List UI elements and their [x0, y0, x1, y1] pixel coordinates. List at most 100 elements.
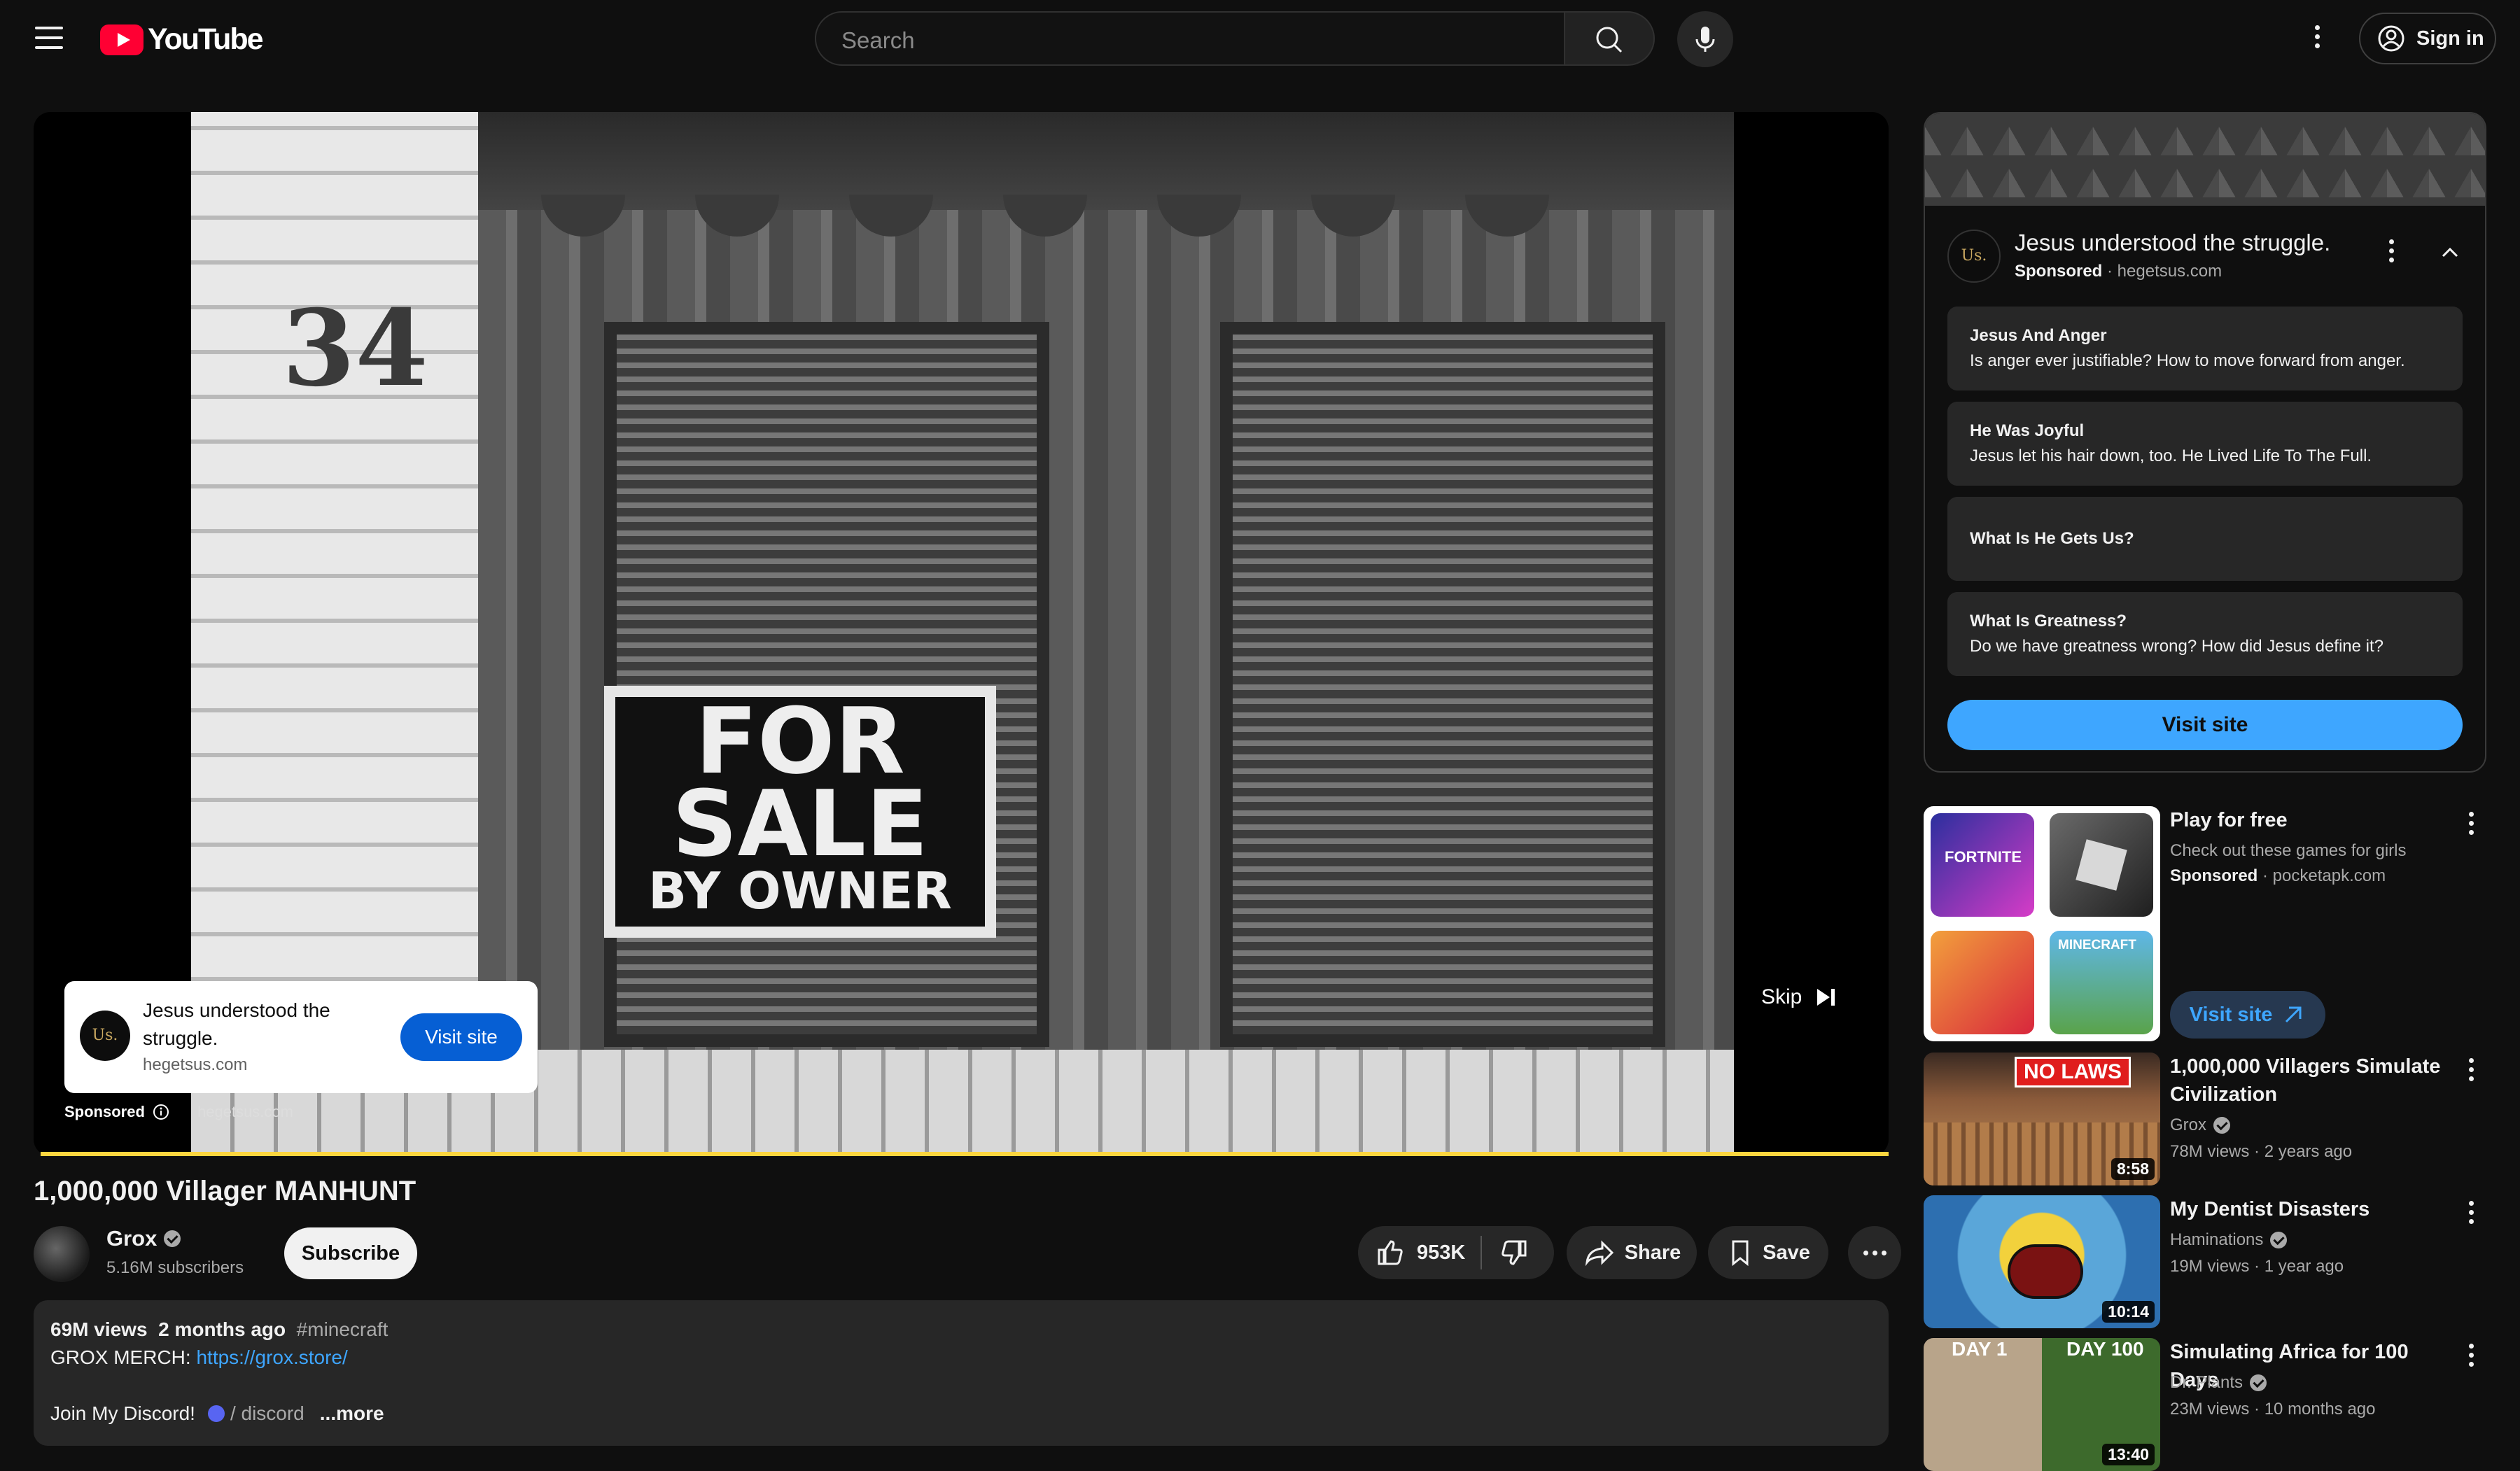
related-channel[interactable]: Dr. Plants — [2170, 1373, 2267, 1393]
sponsored-text: Sponsored — [2170, 866, 2258, 885]
discord-prefix: Join My Discord! — [50, 1402, 195, 1424]
video-thumbnail[interactable]: 10:14 — [1924, 1195, 2160, 1328]
related-meta: 19M views · 1 year ago — [2170, 1257, 2344, 1276]
bookmark-icon — [1732, 1240, 1749, 1267]
ad-options-kebab-icon[interactable] — [2384, 239, 2398, 267]
menu-icon[interactable] — [35, 27, 63, 49]
promo-visit-site-button[interactable]: Visit site — [2170, 991, 2325, 1039]
promo-visit-label: Visit site — [2189, 1003, 2273, 1026]
video-title: 1,000,000 Villager MANHUNT — [34, 1176, 416, 1206]
video-thumbnail[interactable]: DAY 1 DAY 100 13:40 — [1924, 1338, 2160, 1471]
settings-kebab-icon[interactable] — [2310, 25, 2324, 53]
minecraft-tile: MINECRAFT — [2050, 931, 2153, 1034]
channel-name[interactable]: Grox — [106, 1226, 181, 1251]
ad-sitelink[interactable]: What Is He Gets Us? — [1947, 497, 2463, 581]
promo-kebab-icon[interactable] — [2464, 812, 2478, 839]
related-kebab-icon[interactable] — [2464, 1201, 2478, 1228]
like-divider — [1480, 1236, 1483, 1269]
share-icon — [1585, 1240, 1614, 1267]
search-box[interactable] — [815, 11, 1565, 66]
sidebar-ad-meta: Sponsored · hegetsus.com — [2015, 262, 2222, 281]
video-duration: 13:40 — [2102, 1444, 2155, 1465]
game-tile — [1931, 931, 2034, 1034]
video-duration: 8:58 — [2110, 1158, 2155, 1180]
player-ad-card[interactable]: Us. Jesus understood the struggle. heget… — [64, 981, 538, 1093]
thumbs-up-icon[interactable] — [1373, 1236, 1407, 1269]
ad-card-domain: hegetsus.com — [143, 1055, 248, 1074]
sitelink-subtitle: Jesus let his hair down, too. He Lived L… — [1970, 446, 2372, 465]
sponsored-domain[interactable]: hegetsus.com — [197, 1103, 293, 1121]
info-icon[interactable] — [152, 1103, 170, 1121]
thumbnail-badge: NO LAWS — [2015, 1057, 2131, 1088]
ad-sitelink[interactable]: What Is Greatness? Do we have greatness … — [1947, 592, 2463, 676]
ad-progress-bar[interactable] — [41, 1152, 1889, 1156]
related-meta: 78M views · 2 years ago — [2170, 1142, 2353, 1161]
tile-label: MINECRAFT — [2058, 938, 2136, 952]
chevron-up-icon[interactable] — [2437, 239, 2463, 265]
thumbnail-badge-left: DAY 1 — [1952, 1338, 2008, 1360]
merch-link[interactable]: https://grox.store/ — [196, 1346, 347, 1368]
sitelink-title: What Is He Gets Us? — [1970, 529, 2134, 548]
sitelink-subtitle: Is anger ever justifiable? How to move f… — [1970, 351, 2405, 370]
sitelink-title: He Was Joyful — [1970, 421, 2085, 440]
channel-avatar[interactable] — [34, 1226, 90, 1282]
ad-visit-site-button[interactable]: Visit site — [400, 1013, 522, 1061]
video-thumbnail[interactable]: NO LAWS 8:58 — [1924, 1053, 2160, 1185]
upload-date: 2 months ago — [158, 1318, 286, 1340]
search-input[interactable] — [840, 27, 1473, 55]
save-button[interactable]: Save — [1708, 1226, 1828, 1279]
thumbs-down-icon[interactable] — [1497, 1236, 1531, 1269]
show-more-link[interactable]: ...more — [320, 1402, 384, 1425]
description-box[interactable]: 69M views 2 months ago #minecraft GROX M… — [34, 1300, 1889, 1446]
related-video-title[interactable]: My Dentist Disasters — [2170, 1195, 2450, 1223]
discord-link[interactable]: / discord — [207, 1402, 304, 1425]
related-kebab-icon[interactable] — [2464, 1058, 2478, 1085]
youtube-logo[interactable]: YouTube — [100, 22, 264, 57]
sign-in-button[interactable]: Sign in — [2359, 13, 2496, 64]
skip-ad-button[interactable]: Skip — [1761, 985, 1840, 1009]
promo-title[interactable]: Play for free — [2170, 809, 2288, 832]
for-sale-sign: FOR SALE BY OWNER — [604, 686, 996, 938]
sidebar-visit-site-button[interactable]: Visit site — [1947, 700, 2463, 750]
related-channel[interactable]: Grox — [2170, 1115, 2231, 1135]
promo-subtitle: Check out these games for girls — [2170, 841, 2407, 860]
search-button[interactable] — [1565, 11, 1655, 66]
share-label: Share — [1624, 1241, 1681, 1264]
ad-banner-image[interactable] — [1925, 113, 2485, 206]
description-stats: 69M views 2 months ago #minecraft — [50, 1318, 388, 1341]
related-meta: 23M views · 10 months ago — [2170, 1400, 2376, 1419]
share-button[interactable]: Share — [1567, 1226, 1697, 1279]
related-kebab-icon[interactable] — [2464, 1344, 2478, 1371]
youtube-play-icon — [100, 24, 144, 55]
voice-search-button[interactable] — [1677, 11, 1733, 67]
house-number: 34 — [282, 287, 428, 410]
save-label: Save — [1763, 1241, 1810, 1264]
tile-label: FORTNITE — [1945, 848, 2022, 866]
verified-icon — [2250, 1374, 2267, 1391]
related-age: 1 year ago — [2264, 1257, 2344, 1276]
sponsored-label: Sponsored — [64, 1103, 170, 1121]
advertiser-avatar[interactable]: Us. — [1947, 230, 2001, 283]
hashtag-link[interactable]: #minecraft — [297, 1318, 388, 1340]
like-count[interactable]: 953K — [1417, 1241, 1465, 1265]
sitelink-subtitle: Do we have greatness wrong? How did Jesu… — [1970, 637, 2384, 656]
verified-icon — [2270, 1232, 2288, 1248]
external-link-icon — [2286, 1006, 2302, 1023]
merch-line: GROX MERCH: https://grox.store/ — [50, 1346, 348, 1369]
related-age: 10 months ago — [2264, 1400, 2376, 1419]
video-duration: 10:14 — [2102, 1301, 2155, 1323]
sponsored-text: Sponsored — [64, 1103, 145, 1120]
more-actions-button[interactable] — [1848, 1226, 1901, 1279]
like-dislike-group: 953K — [1358, 1226, 1554, 1279]
sign-line-1: FOR — [695, 688, 905, 794]
sidebar-ad-title[interactable]: Jesus understood the struggle. — [2015, 230, 2330, 256]
promo-thumbnail[interactable]: FORTNITE MINECRAFT — [1924, 806, 2160, 1041]
ad-sitelink[interactable]: Jesus And Anger Is anger ever justifiabl… — [1947, 307, 2463, 390]
related-video-title[interactable]: 1,000,000 Villagers Simulate Civilizatio… — [2170, 1053, 2450, 1108]
related-channel[interactable]: Haminations — [2170, 1230, 2288, 1250]
subscribe-button[interactable]: Subscribe — [284, 1227, 417, 1279]
discord-link-text: / discord — [230, 1402, 304, 1424]
sign-in-label: Sign in — [2416, 27, 2484, 50]
subscriber-count: 5.16M subscribers — [106, 1258, 244, 1277]
ad-sitelink[interactable]: He Was Joyful Jesus let his hair down, t… — [1947, 402, 2463, 486]
